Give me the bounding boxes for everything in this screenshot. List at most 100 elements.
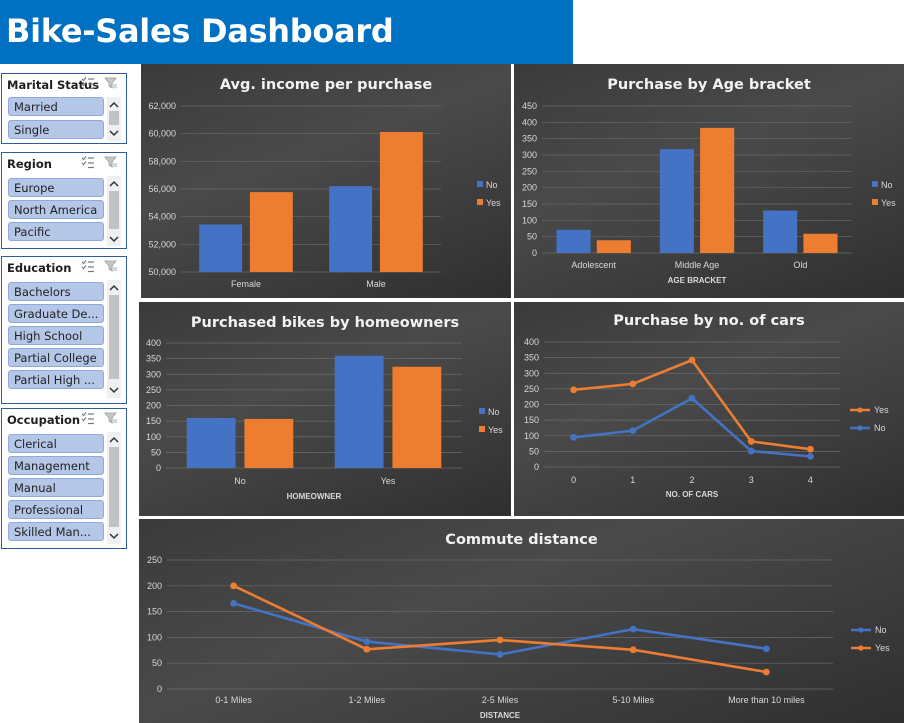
slicer-item-single[interactable]: Single bbox=[8, 120, 104, 139]
slicer-title: Region bbox=[7, 157, 52, 171]
scroll-down-icon[interactable] bbox=[107, 530, 121, 542]
slicer-item-north-america[interactable]: North America bbox=[8, 200, 104, 219]
y-tick-label: 54,000 bbox=[148, 212, 176, 222]
title-bar: Bike-Sales Dashboard bbox=[0, 0, 573, 64]
slicer-region: Region Europe North America Pacific bbox=[1, 152, 127, 249]
y-tick-label: 150 bbox=[147, 607, 162, 617]
dashboard: Bike-Sales Dashboard Marital Status Marr… bbox=[0, 0, 904, 723]
chart-commute-distance-svg: Commute distance 0 50 100 150 200 250 0-1 Miles… bbox=[147, 532, 890, 720]
y-tick-label: 350 bbox=[146, 354, 161, 364]
y-tick-label: 150 bbox=[146, 416, 161, 426]
scroll-down-icon[interactable] bbox=[107, 233, 121, 245]
legend-swatch-no bbox=[872, 181, 878, 187]
scroll-thumb[interactable] bbox=[109, 111, 119, 125]
chart-title: Commute distance bbox=[445, 532, 598, 548]
chart-no-of-cars[interactable]: Purchase by no. of cars 0 50 100 150 200 250 30… bbox=[514, 302, 904, 516]
chart-avg-income[interactable]: Avg. income per purchase 50,000 52,000 54,0… bbox=[141, 64, 511, 298]
chart-commute-distance[interactable]: Commute distance 0 50 100 150 200 250 0-1 Miles… bbox=[139, 519, 904, 723]
y-tick-label: 56,000 bbox=[148, 184, 176, 194]
clear-filter-icon[interactable] bbox=[104, 412, 118, 425]
scroll-thumb[interactable] bbox=[109, 191, 119, 229]
legend-label-yes: Yes bbox=[488, 425, 503, 435]
slicer-item-high-school[interactable]: High School bbox=[8, 326, 104, 345]
scroll-down-icon[interactable] bbox=[107, 384, 121, 396]
y-tick-label: 200 bbox=[147, 581, 162, 591]
scroll-up-icon[interactable] bbox=[107, 282, 121, 294]
y-tick-label: 60,000 bbox=[148, 129, 176, 139]
y-tick-label: 100 bbox=[147, 632, 162, 642]
slicer-scrollbar[interactable] bbox=[107, 280, 121, 398]
slicer-education: Education Bachelors Graduate De... High … bbox=[1, 256, 127, 404]
y-tick-label: 400 bbox=[524, 337, 539, 347]
legend-label-yes: Yes bbox=[486, 198, 501, 208]
x-tick-label: 4 bbox=[808, 475, 813, 485]
scroll-thumb[interactable] bbox=[109, 447, 119, 527]
chart-title: Avg. income per purchase bbox=[220, 77, 433, 93]
multi-select-icon[interactable] bbox=[81, 156, 95, 169]
clear-filter-icon[interactable] bbox=[104, 156, 118, 169]
point-no-4 bbox=[807, 452, 814, 460]
bar-yes-no bbox=[244, 418, 294, 468]
y-tick-label: 150 bbox=[522, 199, 537, 209]
slicer-item-bachelors[interactable]: Bachelors bbox=[8, 282, 104, 301]
slicer-item-partial-college[interactable]: Partial College bbox=[8, 348, 104, 367]
y-tick-label: 50 bbox=[529, 446, 539, 456]
y-tick-label: 62,000 bbox=[148, 101, 176, 111]
slicer-item-skilled-manual[interactable]: Skilled Man... bbox=[8, 522, 104, 541]
scroll-thumb[interactable] bbox=[109, 295, 119, 379]
chart-no-of-cars-svg: Purchase by no. of cars05010015020025030… bbox=[524, 313, 889, 499]
slicer-item-clerical[interactable]: Clerical bbox=[8, 434, 104, 453]
legend-label-no: No bbox=[881, 180, 893, 190]
multi-select-icon[interactable] bbox=[81, 412, 95, 425]
legend-marker-yes bbox=[858, 645, 864, 651]
slicer-item-europe[interactable]: Europe bbox=[8, 178, 104, 197]
x-tick-label: 0 bbox=[571, 475, 576, 485]
slicer-item-married[interactable]: Married bbox=[8, 97, 104, 116]
slicer-header: Education bbox=[2, 257, 126, 279]
slicer-header: Region bbox=[2, 153, 126, 175]
y-tick-label: 50 bbox=[527, 232, 537, 242]
slicer-item-manual[interactable]: Manual bbox=[8, 478, 104, 497]
point-no-more-than-10-miles bbox=[763, 645, 770, 653]
scroll-up-icon[interactable] bbox=[107, 99, 121, 111]
chart-age-bracket-svg: Purchase by Age bracket 0 50 100 150 200 250 30… bbox=[522, 77, 896, 285]
slicer-item-graduate-degree[interactable]: Graduate De... bbox=[8, 304, 104, 323]
chart-title: Purchased bikes by homeowners bbox=[191, 315, 459, 331]
multi-select-icon[interactable] bbox=[81, 77, 95, 90]
clear-filter-icon[interactable] bbox=[104, 77, 118, 90]
slicer-item-pacific[interactable]: Pacific bbox=[8, 222, 104, 241]
point-no-2 bbox=[688, 394, 696, 402]
legend-marker-no bbox=[857, 425, 863, 431]
slicer-item-partial-high-school[interactable]: Partial High ... bbox=[8, 370, 104, 389]
slicer-occupation: Occupation Clerical Management Manual Pr… bbox=[1, 408, 127, 549]
multi-select-icon[interactable] bbox=[81, 260, 95, 273]
chart-homeowners[interactable]: Purchased bikes by homeowners 0 50 100 150 20… bbox=[139, 302, 511, 516]
point-yes-4 bbox=[807, 445, 814, 453]
x-tick-label: No bbox=[234, 476, 246, 486]
slicer-item-management[interactable]: Management bbox=[8, 456, 104, 475]
slicer-item-professional[interactable]: Professional bbox=[8, 500, 104, 519]
slicer-marital-status: Marital Status Married Single bbox=[1, 73, 127, 144]
point-yes-1 bbox=[629, 380, 637, 388]
chart-age-bracket[interactable]: Purchase by Age bracket 0 50 100 150 200 250 30… bbox=[514, 64, 904, 298]
slicer-header: Marital Status bbox=[2, 74, 126, 96]
y-tick-label: 250 bbox=[146, 385, 161, 395]
slicer-scrollbar[interactable] bbox=[107, 97, 121, 141]
point-yes-0-1-miles bbox=[230, 582, 237, 590]
x-axis-label: HOMEOWNER bbox=[287, 492, 342, 501]
y-tick-label: 100 bbox=[524, 431, 539, 441]
y-tick-label: 250 bbox=[147, 555, 162, 565]
scroll-up-icon[interactable] bbox=[107, 434, 121, 446]
legend-marker-no bbox=[858, 627, 864, 633]
slicer-scrollbar[interactable] bbox=[107, 432, 121, 544]
point-yes-more-than-10-miles bbox=[763, 668, 770, 676]
x-tick-label: 1 bbox=[630, 475, 635, 485]
clear-filter-icon[interactable] bbox=[104, 260, 118, 273]
scroll-down-icon[interactable] bbox=[107, 127, 121, 139]
point-yes-3 bbox=[747, 437, 755, 445]
scroll-up-icon[interactable] bbox=[107, 178, 121, 190]
slicer-scrollbar[interactable] bbox=[107, 176, 121, 246]
y-tick-label: 50 bbox=[151, 447, 161, 457]
x-tick-label: Adolescent bbox=[571, 260, 616, 270]
x-tick-label: 5-10 Miles bbox=[612, 695, 654, 705]
